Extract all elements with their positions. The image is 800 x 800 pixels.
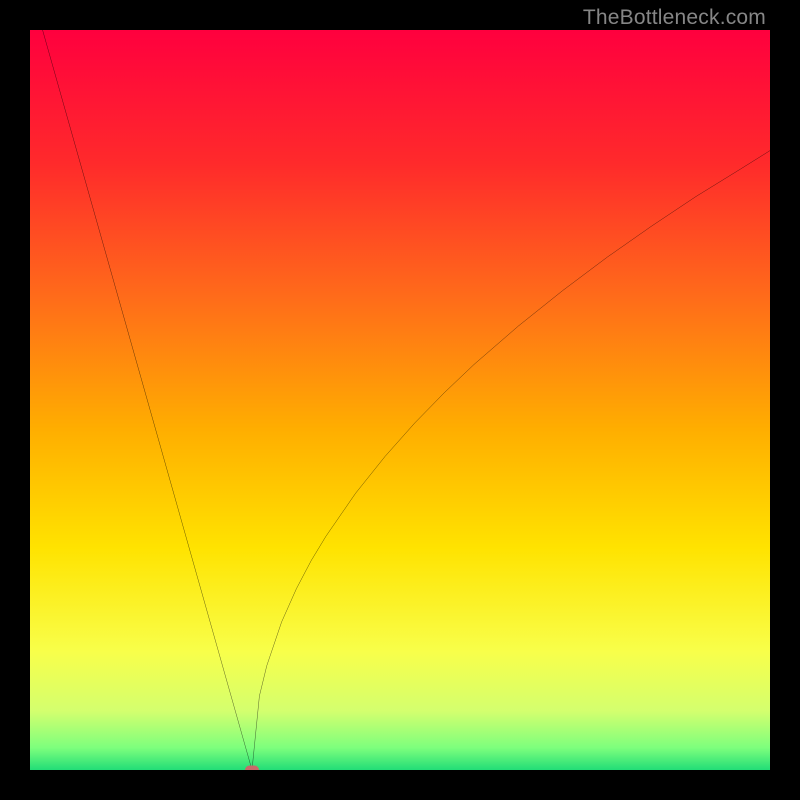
plot-area: [30, 30, 770, 770]
chart-frame: { "watermark": "TheBottleneck.com", "cha…: [0, 0, 800, 800]
watermark-text: TheBottleneck.com: [583, 6, 766, 30]
minimum-marker: [245, 766, 259, 771]
gradient-background: [30, 30, 770, 770]
